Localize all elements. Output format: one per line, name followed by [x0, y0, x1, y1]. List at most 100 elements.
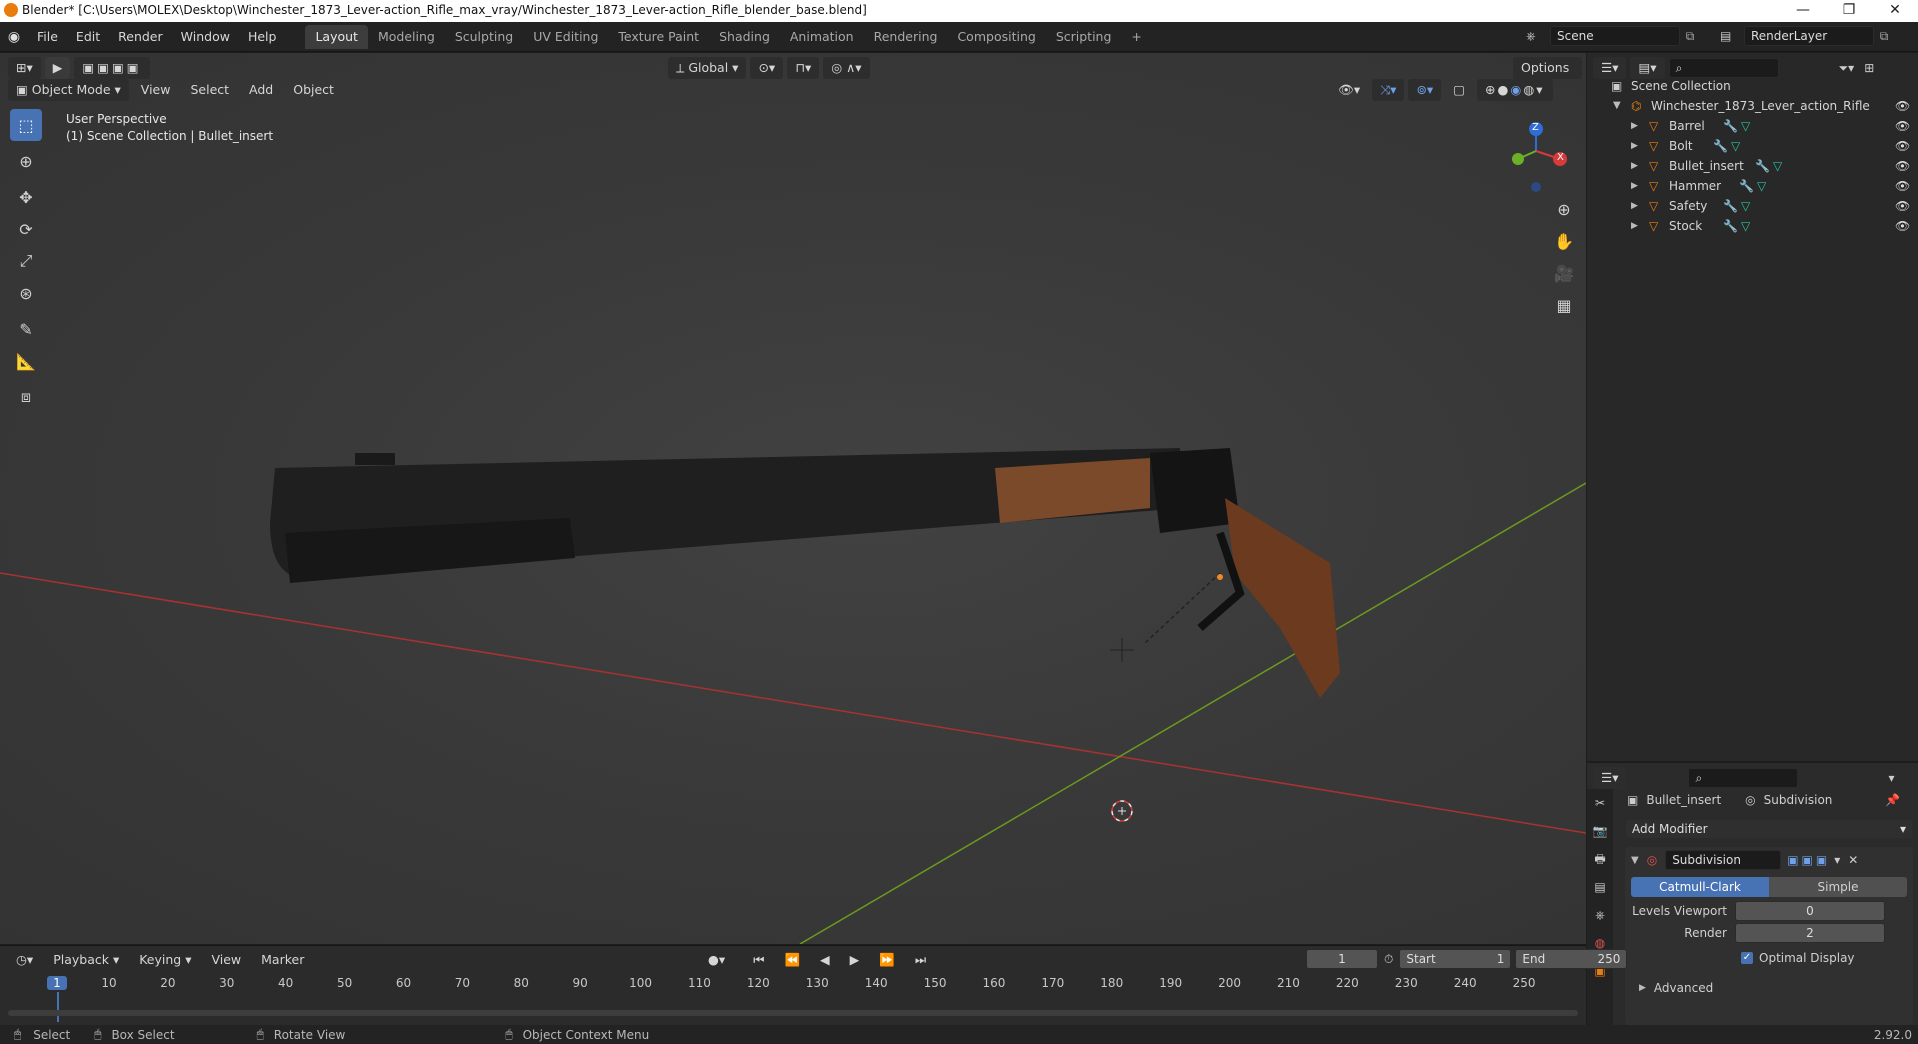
outliner-item[interactable]: ▶ ▽ Hammer 🔧 ▽ 👁: [1587, 176, 1918, 196]
menu-help[interactable]: Help: [239, 22, 286, 52]
zoom-icon[interactable]: ⊕: [1548, 193, 1580, 225]
visibility-eye-icon[interactable]: 👁: [1895, 136, 1910, 156]
expand-arrow-icon[interactable]: ▶: [1631, 176, 1638, 196]
timeline-menu-view[interactable]: View: [203, 949, 249, 971]
properties-editor-icon[interactable]: ☰▾: [1593, 767, 1627, 789]
jump-key-forward-icon[interactable]: ⏩: [871, 949, 903, 971]
properties-search-input[interactable]: ⌕: [1688, 768, 1799, 788]
scene-tab-icon[interactable]: ⎈: [1587, 901, 1613, 929]
visibility-eye-icon[interactable]: 👁: [1895, 116, 1910, 136]
modifier-name-input[interactable]: Subdivision: [1665, 850, 1782, 870]
menu-edit[interactable]: Edit: [67, 22, 109, 52]
outliner-item[interactable]: ▶ ▽ Stock 🔧 ▽ 👁: [1587, 216, 1918, 236]
renderlayer-new-icon[interactable]: ⧉: [1874, 29, 1894, 44]
editor-type-icon[interactable]: ⊞▾: [8, 57, 41, 79]
timeline-menu-marker[interactable]: Marker: [253, 949, 312, 971]
camera-view-icon[interactable]: 🎥: [1548, 257, 1580, 289]
xray-icon[interactable]: ▢: [1445, 79, 1473, 101]
frame-ruler[interactable]: 1 10 20 30 40 50 60 70 80 90 100 110 120 130 140 150 160…: [0, 974, 1586, 1022]
measure-tool-icon[interactable]: 📐: [10, 345, 42, 377]
expand-arrow-icon[interactable]: ▼: [1613, 96, 1621, 116]
view-layer-tab-icon[interactable]: ▤: [1587, 873, 1613, 901]
menu-window[interactable]: Window: [172, 22, 239, 52]
shading-modes[interactable]: ⊕●◉◍▾: [1477, 79, 1553, 101]
catmull-clark-button[interactable]: Catmull-Clark: [1631, 877, 1769, 897]
timeline-editor-icon[interactable]: ◷▾: [8, 949, 41, 971]
current-frame-field[interactable]: 1: [1306, 949, 1378, 969]
scene-new-icon[interactable]: ⧉: [1680, 29, 1700, 44]
output-tab-icon[interactable]: 🖶: [1587, 845, 1613, 873]
modifier-menu-icon[interactable]: ▾: [1834, 853, 1840, 867]
selection-mode-icons[interactable]: ▣▣▣▣: [74, 57, 150, 79]
gizmo-toggle-icon[interactable]: ⤨▾: [1372, 79, 1405, 101]
tool-tab-icon[interactable]: ✂: [1587, 789, 1613, 817]
outliner-scene-collection[interactable]: ▣ Scene Collection: [1587, 76, 1918, 96]
3d-viewport[interactable]: Z X ⊞▾ ▶ ▣▣▣▣ ⟂ Global ▾ ⊙▾ ⊓▾ ◎ ∧▾ Opti…: [0, 53, 1586, 944]
expand-arrow-icon[interactable]: ▶: [1631, 216, 1638, 236]
render-levels-field[interactable]: 2: [1735, 923, 1885, 943]
modifier-toggles[interactable]: ▣▣▣: [1787, 853, 1830, 867]
outliner-item[interactable]: ▶ ▽ Bullet_insert 🔧 ▽ 👁: [1587, 156, 1918, 176]
end-frame-field[interactable]: End 250: [1515, 949, 1628, 969]
viewport-menu-select[interactable]: Select: [182, 79, 237, 101]
visibility-eye-icon[interactable]: 👁: [1895, 156, 1910, 176]
scene-icon[interactable]: ⎈: [1526, 29, 1550, 44]
outliner-collection-row[interactable]: ▼ ⌬ Winchester_1873_Lever_action_Rifle 👁: [1587, 96, 1918, 116]
stopwatch-icon[interactable]: ⏱: [1384, 952, 1393, 967]
scene-field[interactable]: Scene: [1550, 26, 1680, 46]
pan-hand-icon[interactable]: ✋: [1548, 225, 1580, 257]
properties-options-icon[interactable]: ▾: [1888, 771, 1894, 785]
jump-end-icon[interactable]: ⏭: [907, 949, 934, 971]
viewport-menu-view[interactable]: View: [133, 79, 179, 101]
tab-shading[interactable]: Shading: [709, 25, 780, 49]
visibility-eye-icon[interactable]: 👁: [1895, 176, 1910, 196]
renderlayer-field[interactable]: RenderLayer: [1744, 26, 1874, 46]
jump-key-back-icon[interactable]: ⏪: [776, 949, 808, 971]
scale-tool-icon[interactable]: ⤢: [10, 245, 42, 277]
tab-layout[interactable]: Layout: [305, 25, 368, 49]
outliner-search-input[interactable]: ⌕: [1668, 58, 1779, 78]
viewport-menu-add[interactable]: Add: [241, 79, 281, 101]
timeline-menu-playback[interactable]: Playback ▾: [45, 949, 127, 971]
tab-scripting[interactable]: Scripting: [1046, 25, 1122, 49]
tab-rendering[interactable]: Rendering: [864, 25, 948, 49]
viewport-menu-object[interactable]: Object: [285, 79, 342, 101]
play-icon[interactable]: ▶: [842, 949, 868, 971]
menu-file[interactable]: File: [28, 22, 67, 52]
menu-render[interactable]: Render: [109, 22, 172, 52]
levels-viewport-field[interactable]: 0: [1735, 901, 1885, 921]
move-tool-icon[interactable]: ✥: [10, 181, 42, 213]
options-dropdown[interactable]: Options ▾: [1513, 57, 1582, 97]
rotate-tool-icon[interactable]: ⟳: [10, 213, 42, 245]
ortho-grid-icon[interactable]: ▦: [1548, 289, 1580, 321]
visibility-eye-icon[interactable]: 👁: [1895, 96, 1910, 116]
simple-button[interactable]: Simple: [1769, 877, 1907, 897]
select-box-tool-icon[interactable]: ⬚: [10, 109, 42, 141]
annotate-tool-icon[interactable]: ✎: [10, 313, 42, 345]
tab-sculpting[interactable]: Sculpting: [445, 25, 523, 49]
visibility-eye-icon[interactable]: 👁: [1895, 216, 1910, 236]
renderlayer-icon[interactable]: ▤: [1720, 29, 1744, 43]
play-reverse-icon[interactable]: ◀: [812, 949, 838, 971]
transform-tool-icon[interactable]: ⊛: [10, 277, 42, 309]
proportional-edit-icon[interactable]: ◎ ∧▾: [823, 57, 870, 79]
optimal-display-checkbox[interactable]: ✓: [1741, 952, 1753, 964]
blender-menu-icon[interactable]: ◉: [0, 29, 28, 45]
advanced-subpanel[interactable]: ▶ Advanced: [1625, 977, 1913, 999]
maximize-button[interactable]: ❐: [1826, 0, 1872, 22]
timeline-scrollbar[interactable]: [8, 1010, 1578, 1016]
timeline-menu-keying[interactable]: Keying ▾: [131, 949, 199, 971]
record-icon[interactable]: ●▾: [700, 949, 733, 971]
snap-icon[interactable]: ⊓▾: [787, 57, 820, 79]
outliner-new-collection-icon[interactable]: ⊞: [1864, 61, 1874, 75]
tab-animation[interactable]: Animation: [780, 25, 864, 49]
add-workspace-button[interactable]: +: [1121, 25, 1151, 49]
tab-uv-editing[interactable]: UV Editing: [523, 25, 608, 49]
add-cube-tool-icon[interactable]: ⧈: [10, 381, 42, 413]
close-button[interactable]: ✕: [1872, 0, 1918, 22]
collapse-arrow-icon[interactable]: ▼: [1631, 855, 1639, 866]
pin-icon[interactable]: 📌: [1885, 793, 1900, 807]
transform-orientation-dropdown[interactable]: ⟂ Global ▾: [668, 57, 747, 79]
tab-compositing[interactable]: Compositing: [947, 25, 1045, 49]
visibility-eye-icon[interactable]: 👁: [1895, 196, 1910, 216]
